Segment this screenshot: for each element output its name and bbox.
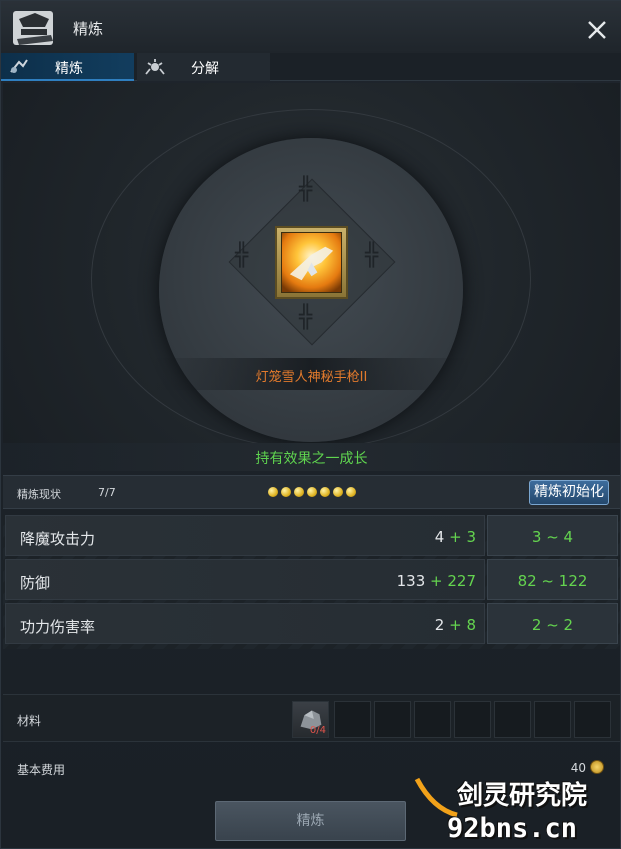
material-slot-empty[interactable]	[534, 701, 571, 738]
refine-status-row: 精炼现状 7/7 精炼初始化	[3, 475, 620, 509]
stat-range: 2 ~ 2	[531, 616, 574, 634]
stat-row: 防御 133 + 227 82 ~ 122	[3, 559, 620, 600]
material-slot-empty[interactable]	[414, 701, 451, 738]
cost-value: 40	[570, 761, 586, 775]
watermark-domain: 92bns.cn	[447, 813, 578, 844]
stat-value: 133 + 227	[397, 572, 476, 590]
item-slot[interactable]	[275, 226, 348, 299]
rune-glyph-top: ╬	[299, 177, 313, 202]
stat-name: 降魔攻击力	[20, 530, 96, 548]
stat-range-cell: 82 ~ 122	[487, 559, 618, 600]
refine-progress-dot	[333, 487, 343, 497]
stat-base: 2	[434, 616, 445, 634]
rune-glyph-right: ╬	[365, 243, 379, 268]
stat-name: 防御	[20, 574, 51, 592]
stats-table: 降魔攻击力 4 + 3 3 ~ 4 防御 133 + 227 82 ~ 122 …	[3, 515, 620, 649]
material-slot-empty[interactable]	[454, 701, 491, 738]
item-name: 灯笼雪人神秘手枪II	[255, 370, 368, 385]
stat-range: 82 ~ 122	[517, 572, 588, 590]
material-slot-empty[interactable]	[334, 701, 371, 738]
stat-bonus: + 8	[449, 616, 476, 634]
pistol-item-icon	[281, 232, 342, 293]
materials-row: 材料 0/4	[3, 694, 620, 742]
refine-button[interactable]: 精炼	[215, 801, 406, 841]
item-name-bar: 灯笼雪人神秘手枪II	[153, 358, 470, 390]
refine-progress-dot	[294, 487, 304, 497]
refine-progress-dot	[346, 487, 356, 497]
refine-progress-dots	[268, 487, 356, 497]
refine-progress-dot	[268, 487, 278, 497]
refine-progress-dot	[307, 487, 317, 497]
material-slot-empty[interactable]	[574, 701, 611, 738]
rune-glyph-bottom: ╬	[299, 305, 313, 330]
material-slot-empty[interactable]	[374, 701, 411, 738]
title-bar: 精炼	[1, 1, 621, 53]
tab-decompose-label: 分解	[191, 61, 219, 77]
tab-decompose[interactable]: 分解	[137, 53, 270, 81]
stat-main-cell: 降魔攻击力 4 + 3	[5, 515, 485, 556]
stat-row: 功力伤害率 2 + 8 2 ~ 2	[3, 603, 620, 644]
stat-range-cell: 2 ~ 2	[487, 603, 618, 644]
stat-range-cell: 3 ~ 4	[487, 515, 618, 556]
tab-bar: 精炼 分解	[1, 53, 621, 81]
materials-label: 材料	[17, 714, 42, 728]
refine-icon	[10, 59, 28, 73]
coin-icon	[590, 760, 604, 774]
tab-refine[interactable]: 精炼	[1, 53, 134, 81]
stat-bonus: + 3	[449, 528, 476, 546]
tab-refine-label: 精炼	[55, 61, 83, 77]
stat-main-cell: 功力伤害率 2 + 8	[5, 603, 485, 644]
refine-progress-dot	[320, 487, 330, 497]
refine-status-label: 精炼现状	[17, 488, 61, 501]
effect-bar: 持有效果之一成长	[3, 443, 620, 471]
material-slot-filled[interactable]: 0/4	[292, 701, 329, 738]
cost-label: 基本费用	[17, 763, 66, 777]
rune-glyph-left: ╬	[235, 243, 249, 268]
stat-value: 4 + 3	[435, 528, 476, 546]
material-slot-empty[interactable]	[494, 701, 531, 738]
stat-bonus: + 227	[430, 572, 476, 590]
effect-text: 持有效果之一成长	[255, 451, 368, 467]
refine-reset-button[interactable]: 精炼初始化	[529, 480, 609, 505]
cost-row: 基本费用 40	[3, 751, 620, 787]
stat-name: 功力伤害率	[20, 618, 96, 636]
stat-range: 3 ~ 4	[531, 528, 574, 546]
stat-row: 降魔攻击力 4 + 3 3 ~ 4	[3, 515, 620, 556]
stat-value: 2 + 8	[435, 616, 476, 634]
refine-stage: ╬ ╬ ╬ ╬ 灯笼雪人神秘手枪II	[3, 83, 620, 443]
window-title: 精炼	[73, 20, 104, 38]
close-icon[interactable]	[586, 19, 608, 41]
stat-base: 133	[396, 572, 426, 590]
refine-progress-dot	[281, 487, 291, 497]
refine-status-value: 7/7	[98, 486, 116, 499]
decompose-icon	[145, 59, 165, 75]
refine-window: 精炼 精炼 分解 ╬ ╬ ╬ ╬ 灯笼雪人神秘手枪II 持有效果之一成长 精炼现…	[0, 0, 621, 849]
stat-base: 4	[434, 528, 445, 546]
material-count: 0/4	[309, 725, 326, 736]
stat-main-cell: 防御 133 + 227	[5, 559, 485, 600]
character-emblem-icon	[13, 11, 53, 45]
